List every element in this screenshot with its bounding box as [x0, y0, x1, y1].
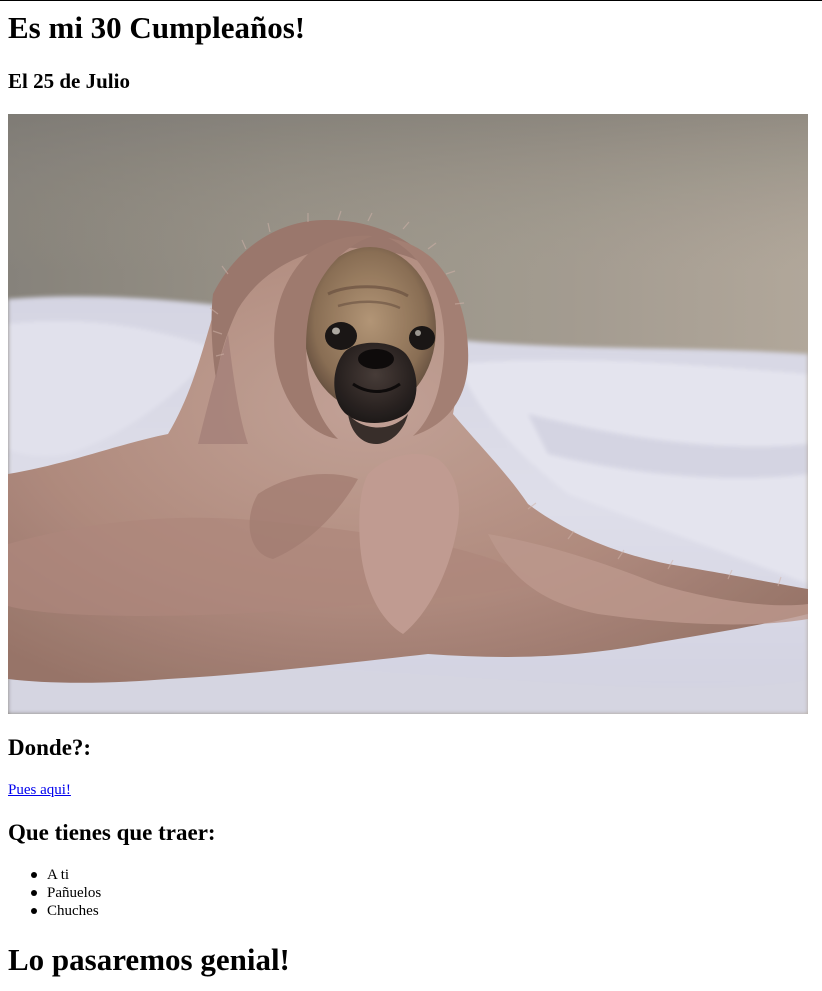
- pug-photo: [8, 114, 808, 714]
- page-title: Es mi 30 Cumpleaños!: [8, 10, 306, 45]
- list-item-label: Pañuelos: [47, 885, 102, 901]
- list-item: A ti: [8, 866, 101, 884]
- event-date: El 25 de Julio: [8, 69, 130, 93]
- bullet-icon: [31, 872, 37, 878]
- bullet-icon: [31, 890, 37, 896]
- bring-heading: Que tienes que traer:: [8, 820, 216, 845]
- where-heading: Donde?:: [8, 735, 92, 760]
- list-item-label: Chuches: [47, 903, 99, 919]
- list-item: Pañuelos: [8, 884, 101, 902]
- list-item: Chuches: [8, 902, 101, 920]
- bullet-icon: [31, 908, 37, 914]
- list-item-label: A ti: [47, 867, 70, 883]
- bring-list: A ti Pañuelos Chuches: [8, 866, 101, 920]
- closing-heading: Lo pasaremos genial!: [8, 942, 290, 977]
- pug-in-blanket-photo: [8, 114, 808, 714]
- location-link[interactable]: Pues aqui!: [8, 781, 71, 799]
